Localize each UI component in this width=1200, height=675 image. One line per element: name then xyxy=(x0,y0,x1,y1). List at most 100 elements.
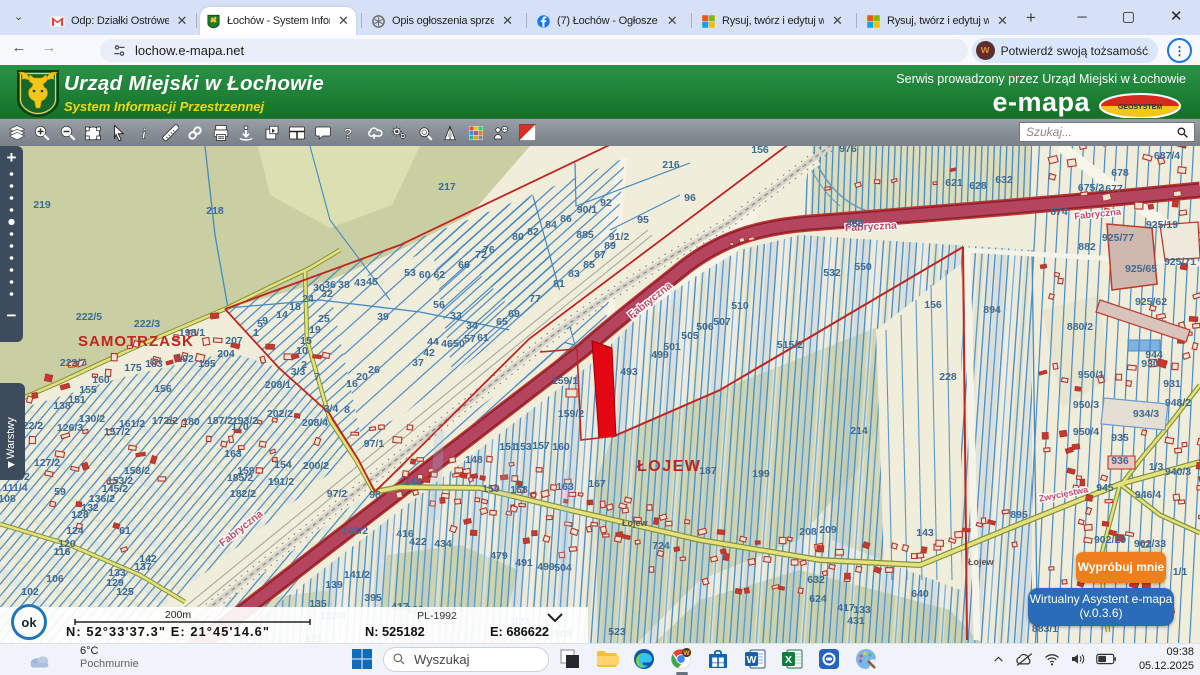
svg-text:431: 431 xyxy=(847,615,865,627)
svg-text:885: 885 xyxy=(576,229,594,241)
svg-text:151: 151 xyxy=(68,394,86,406)
svg-text:96: 96 xyxy=(684,192,696,204)
svg-text:156: 156 xyxy=(924,299,942,311)
svg-text:127/2: 127/2 xyxy=(34,457,60,469)
svg-text:222/5: 222/5 xyxy=(76,311,102,323)
svg-text:3/3: 3/3 xyxy=(291,366,306,378)
svg-text:882: 882 xyxy=(1078,241,1096,253)
svg-text:PL-1992: PL-1992 xyxy=(417,610,457,622)
svg-text:180: 180 xyxy=(182,416,200,428)
svg-text:44: 44 xyxy=(427,336,439,348)
svg-text:218: 218 xyxy=(206,205,224,217)
svg-text:934/3: 934/3 xyxy=(1133,408,1159,420)
svg-text:880/2: 880/2 xyxy=(1067,321,1093,333)
svg-text:90/1: 90/1 xyxy=(577,204,598,216)
svg-text:W: W xyxy=(747,654,757,666)
svg-text:X: X xyxy=(785,654,792,666)
svg-text:116: 116 xyxy=(54,546,71,558)
svg-text:86: 86 xyxy=(560,213,572,225)
svg-text:183: 183 xyxy=(145,358,163,370)
svg-text:160: 160 xyxy=(552,441,570,453)
svg-text:946/4: 946/4 xyxy=(1135,489,1161,501)
svg-text:945: 945 xyxy=(1096,482,1114,494)
svg-text:217: 217 xyxy=(438,181,456,193)
svg-text:59: 59 xyxy=(54,486,66,498)
svg-text:18: 18 xyxy=(289,301,301,313)
svg-text:W: W xyxy=(683,650,690,657)
svg-text:950/3: 950/3 xyxy=(1073,399,1099,411)
svg-text:200m: 200m xyxy=(165,609,192,621)
svg-text:141/2: 141/2 xyxy=(344,569,370,581)
svg-text:82: 82 xyxy=(527,226,539,238)
svg-text:57: 57 xyxy=(464,333,476,345)
svg-text:640: 640 xyxy=(911,588,929,600)
svg-text:395: 395 xyxy=(364,592,382,604)
svg-text:925/65: 925/65 xyxy=(1125,263,1157,275)
svg-text:76: 76 xyxy=(483,244,495,256)
svg-text:434: 434 xyxy=(434,538,452,550)
svg-text:675/2: 675/2 xyxy=(1078,182,1104,194)
svg-text:219: 219 xyxy=(33,199,51,211)
svg-text:N: 52°33'37.3" E: 21°45'14.6": N: 52°33'37.3" E: 21°45'14.6" xyxy=(66,624,270,639)
svg-text:153: 153 xyxy=(514,441,532,453)
svg-text:204: 204 xyxy=(217,348,235,360)
svg-text:886: 886 xyxy=(846,218,864,230)
svg-text:724: 724 xyxy=(652,540,670,552)
svg-text:628: 628 xyxy=(969,180,987,192)
svg-text:1/1: 1/1 xyxy=(1173,566,1188,578)
svg-text:97/1: 97/1 xyxy=(364,438,385,450)
svg-text:97/2: 97/2 xyxy=(327,488,348,500)
svg-text:83: 83 xyxy=(568,268,580,280)
svg-text:150: 150 xyxy=(482,483,500,495)
svg-text:137: 137 xyxy=(134,561,152,573)
svg-text:32: 32 xyxy=(321,288,333,300)
svg-text:931: 931 xyxy=(1163,378,1181,390)
svg-text:192: 192 xyxy=(176,353,194,365)
svg-text:77: 77 xyxy=(529,293,541,305)
svg-text:92: 92 xyxy=(600,197,612,209)
svg-text:Łojew: Łojew xyxy=(622,518,649,528)
svg-text:902/29: 902/29 xyxy=(1094,534,1126,546)
svg-text:158/2: 158/2 xyxy=(124,465,150,477)
svg-text:?: ? xyxy=(343,125,352,142)
svg-text:925/71: 925/71 xyxy=(1164,256,1196,268)
svg-text:144: 144 xyxy=(404,476,422,488)
svg-text:24: 24 xyxy=(302,293,314,305)
svg-text:976: 976 xyxy=(839,146,857,155)
svg-text:207: 207 xyxy=(225,335,243,347)
svg-text:499: 499 xyxy=(537,561,555,573)
svg-text:950/4: 950/4 xyxy=(1073,426,1099,438)
svg-text:209: 209 xyxy=(819,524,837,536)
svg-text:158: 158 xyxy=(510,484,528,496)
svg-text:E: 686622: E: 686622 xyxy=(490,624,549,639)
svg-text:199: 199 xyxy=(752,468,770,480)
svg-text:950/1: 950/1 xyxy=(1078,369,1104,381)
svg-text:154: 154 xyxy=(274,459,292,471)
svg-text:148: 148 xyxy=(465,454,483,466)
svg-text:687/4: 687/4 xyxy=(1154,150,1180,162)
svg-text:GEOSYSTEM: GEOSYSTEM xyxy=(1118,104,1163,111)
svg-text:20: 20 xyxy=(356,371,368,383)
svg-text:894: 894 xyxy=(983,304,1001,316)
svg-text:91/2: 91/2 xyxy=(609,231,630,243)
svg-text:902/33: 902/33 xyxy=(1134,538,1166,550)
svg-text:187: 187 xyxy=(699,465,717,477)
svg-text:930: 930 xyxy=(1141,358,1159,370)
svg-text:501: 501 xyxy=(663,341,681,353)
svg-text:940/3: 940/3 xyxy=(1165,466,1191,478)
svg-text:200/2: 200/2 xyxy=(303,460,329,472)
svg-text:43: 43 xyxy=(354,277,366,289)
svg-text:156: 156 xyxy=(751,146,769,156)
svg-text:678: 678 xyxy=(1111,167,1129,179)
svg-text:80: 80 xyxy=(512,231,524,243)
svg-text:491: 491 xyxy=(515,557,533,569)
svg-text:84: 84 xyxy=(545,219,557,231)
svg-text:66: 66 xyxy=(458,259,470,271)
svg-text:228: 228 xyxy=(939,371,957,383)
svg-text:39: 39 xyxy=(377,311,389,323)
svg-text:163: 163 xyxy=(224,448,242,460)
svg-text:621: 621 xyxy=(945,177,963,189)
svg-text:106: 106 xyxy=(46,573,64,585)
svg-text:208/1: 208/1 xyxy=(265,379,291,391)
svg-text:510: 510 xyxy=(731,300,749,312)
